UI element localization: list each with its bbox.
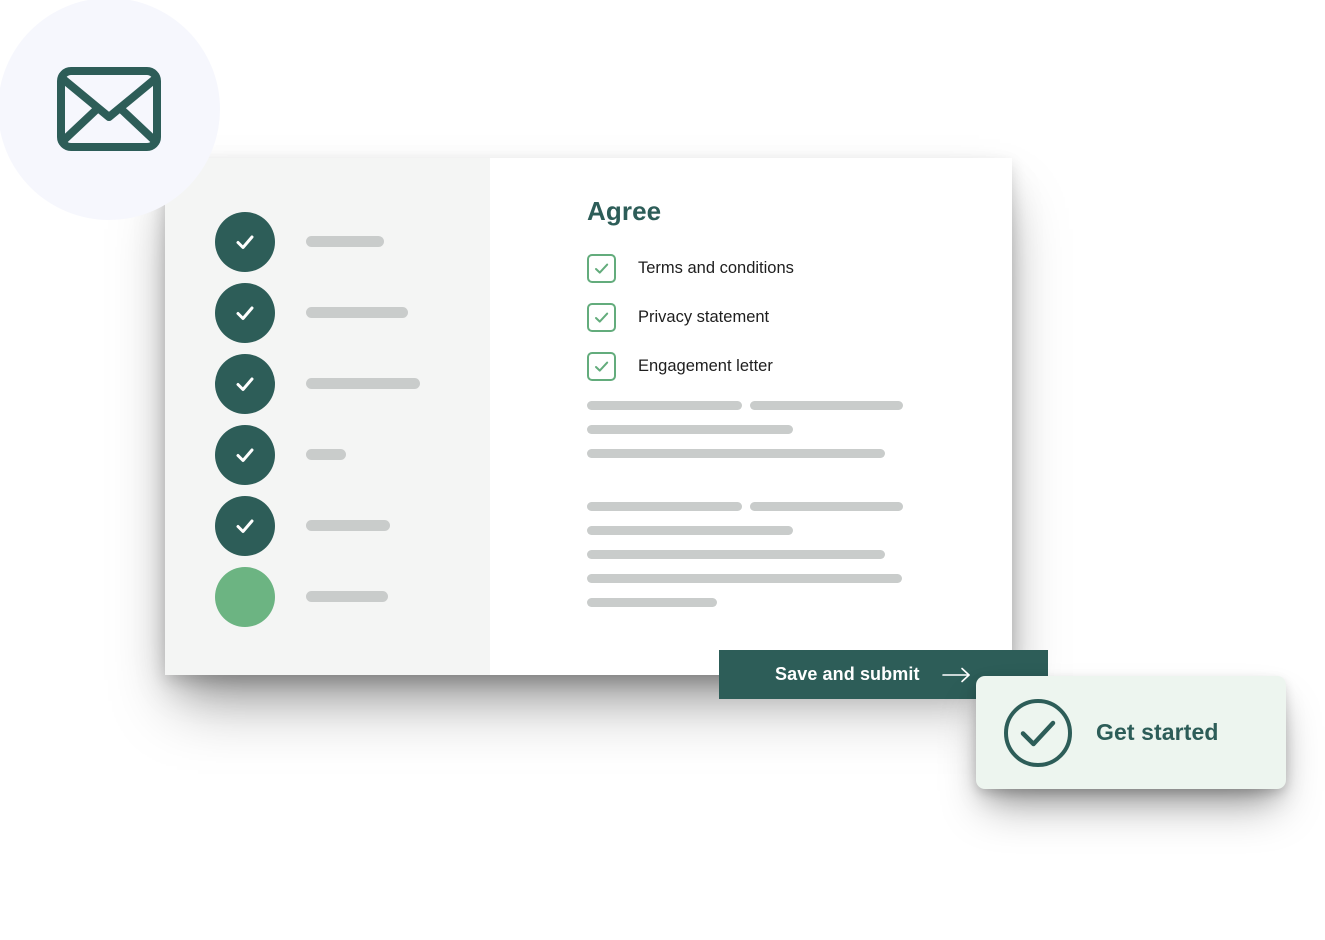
agreement-row-terms[interactable]: Terms and conditions <box>587 254 1012 283</box>
stepper-item[interactable] <box>215 277 490 348</box>
step-label-placeholder <box>306 449 346 460</box>
text-placeholder-segment <box>587 598 717 607</box>
text-placeholder-line <box>587 401 1012 410</box>
text-placeholder-segment <box>750 502 903 511</box>
step-bullet-complete <box>215 495 275 556</box>
illustration-stage: Agree Terms and conditions Privacy state… <box>0 0 1325 940</box>
get-started-card[interactable]: Get started <box>976 676 1286 789</box>
text-placeholder-block <box>587 401 1012 458</box>
step-label-placeholder <box>306 520 390 531</box>
text-placeholder-segment <box>587 574 902 583</box>
check-icon <box>233 230 257 254</box>
stepper-item-current[interactable] <box>215 561 490 632</box>
text-placeholder-line <box>587 574 1012 583</box>
check-icon <box>233 514 257 538</box>
agree-content-pane: Agree Terms and conditions Privacy state… <box>490 158 1012 675</box>
check-icon <box>233 372 257 396</box>
step-bullet-current <box>215 566 275 627</box>
step-label-placeholder <box>306 307 408 318</box>
text-placeholder-segment <box>750 401 903 410</box>
text-placeholder-line <box>587 526 1012 535</box>
step-bullet-complete <box>215 211 275 272</box>
step-label-placeholder <box>306 236 384 247</box>
save-and-submit-label: Save and submit <box>775 664 920 684</box>
text-placeholder-line <box>587 502 1012 511</box>
stepper-item[interactable] <box>215 490 490 561</box>
check-icon <box>233 443 257 467</box>
text-placeholder-segment <box>587 425 793 434</box>
envelope-badge <box>0 0 220 220</box>
text-placeholder-segment <box>587 449 885 458</box>
stepper-item[interactable] <box>215 206 490 277</box>
step-bullet-complete <box>215 353 275 414</box>
agreement-label: Engagement letter <box>638 357 773 376</box>
check-icon <box>233 301 257 325</box>
checkbox-privacy-statement[interactable] <box>587 303 616 332</box>
agreement-label: Privacy statement <box>638 308 770 327</box>
text-placeholder-segment <box>587 502 742 511</box>
check-icon <box>592 308 611 327</box>
page-title: Agree <box>587 196 662 226</box>
agreement-label: Terms and conditions <box>638 259 794 278</box>
agreement-row-engagement[interactable]: Engagement letter <box>587 352 1012 381</box>
check-circle-icon <box>1002 697 1074 769</box>
text-placeholder-segment <box>587 526 793 535</box>
text-placeholder-line <box>587 550 1012 559</box>
envelope-icon <box>57 67 161 151</box>
text-placeholder-segment <box>587 401 742 410</box>
get-started-label: Get started <box>1096 719 1219 745</box>
stepper-item[interactable] <box>215 348 490 419</box>
stepper-item[interactable] <box>215 419 490 490</box>
text-placeholder-line <box>587 598 1012 607</box>
checkbox-engagement-letter[interactable] <box>587 352 616 381</box>
checkbox-terms-and-conditions[interactable] <box>587 254 616 283</box>
arrow-right-icon <box>941 667 972 683</box>
text-placeholder-line <box>587 425 1012 434</box>
step-label-placeholder <box>306 378 420 389</box>
step-label-placeholder <box>306 591 388 602</box>
check-icon <box>592 357 611 376</box>
text-placeholder-line <box>587 449 1012 458</box>
application-window: Agree Terms and conditions Privacy state… <box>165 158 1012 675</box>
step-bullet-complete <box>215 282 275 343</box>
text-placeholder-block <box>587 502 1012 607</box>
stepper-sidebar <box>165 158 490 675</box>
text-placeholder-segment <box>587 550 885 559</box>
step-bullet-complete <box>215 424 275 485</box>
check-icon <box>592 259 611 278</box>
agreement-row-privacy[interactable]: Privacy statement <box>587 303 1012 332</box>
